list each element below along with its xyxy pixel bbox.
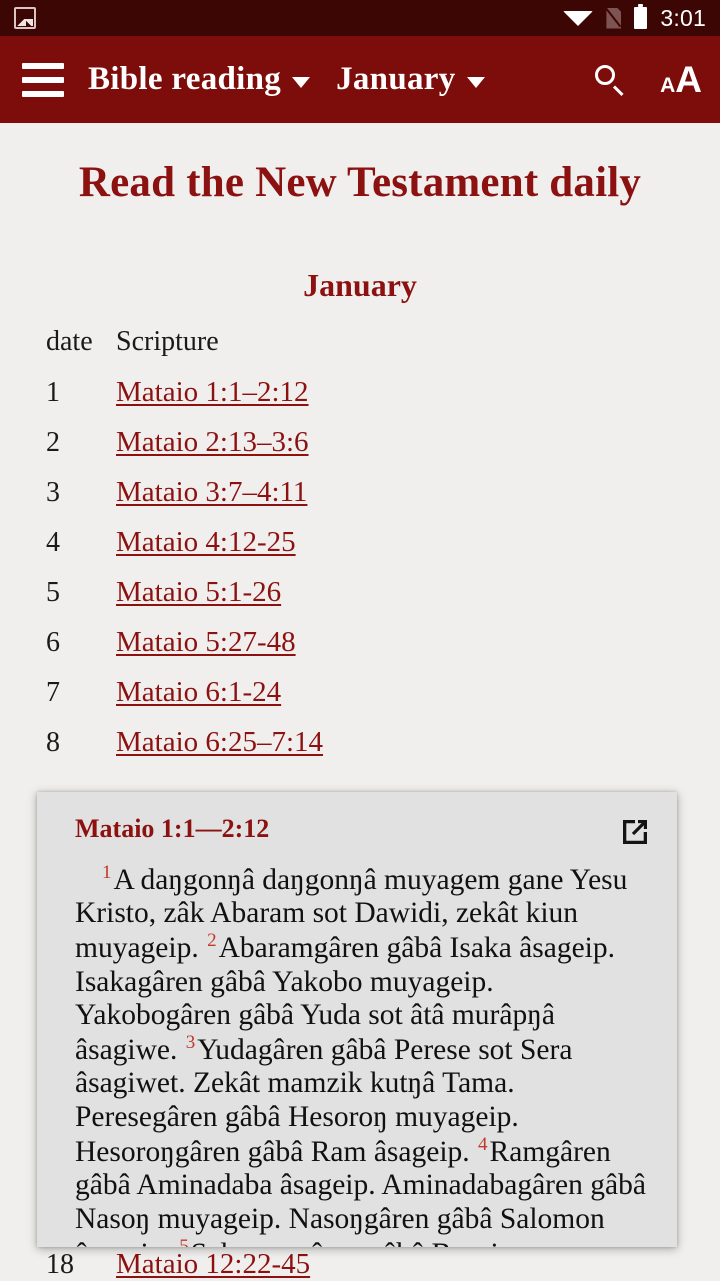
scripture-link[interactable]: Mataio 6:25–7:14 <box>116 726 323 758</box>
row-scripture: Mataio 3:7–4:11 <box>116 476 307 509</box>
status-bar-clock: 3:01 <box>660 4 706 31</box>
image-notification-icon <box>14 7 36 29</box>
row-scripture: Mataio 5:27-48 <box>116 626 296 659</box>
chevron-down-icon <box>466 77 485 88</box>
column-header-scripture: Scripture <box>116 326 219 358</box>
open-in-new-window-icon[interactable] <box>617 814 653 850</box>
verse-card-title: Mataio 1:1—2:12 <box>75 814 270 843</box>
verse-number: 5 <box>179 1235 189 1247</box>
row-date: 5 <box>46 577 60 609</box>
scripture-link[interactable]: Mataio 5:27-48 <box>116 626 296 658</box>
scripture-link[interactable]: Mataio 1:1–2:12 <box>116 376 309 408</box>
row-date: 7 <box>46 677 60 709</box>
table-row: 8 Mataio 6:25–7:14 <box>46 726 720 776</box>
text-size-icon[interactable]: AA <box>660 61 702 98</box>
row-date: 6 <box>46 627 60 659</box>
table-header-row: date Scripture <box>46 326 720 376</box>
table-row: 3 Mataio 3:7–4:11 <box>46 476 720 526</box>
text-size-big-a: A <box>675 59 702 100</box>
status-bar: 3:01 <box>0 0 720 36</box>
publication-dropdown-label: Bible reading <box>88 61 282 97</box>
verse-text: 1A daŋgonŋâ daŋgonŋâ muyagem gane Yesu K… <box>37 850 677 1247</box>
table-row: 5 Mataio 5:1-26 <box>46 576 720 626</box>
row-date: 18 <box>46 1249 74 1280</box>
publication-dropdown[interactable]: Bible reading <box>88 61 311 98</box>
hamburger-line <box>22 76 64 83</box>
hamburger-line <box>22 62 64 69</box>
status-bar-right: 3:01 <box>563 4 706 32</box>
table-row: 7 Mataio 6:1-24 <box>46 676 720 726</box>
verse-card-header: Mataio 1:1—2:12 <box>37 792 677 850</box>
row-scripture: Mataio 5:1-26 <box>116 576 281 609</box>
hamburger-line <box>22 90 64 97</box>
chevron-down-icon <box>292 77 311 88</box>
row-scripture: Mataio 12:22-45 <box>116 1248 310 1281</box>
reading-schedule-table: date Scripture 1 Mataio 1:1–2:12 2 Matai… <box>0 326 720 776</box>
table-row: 1 Mataio 1:1–2:12 <box>46 376 720 426</box>
verse-preview-card[interactable]: Mataio 1:1—2:12 1A daŋgonŋâ daŋgonŋâ muy… <box>37 792 677 1247</box>
toolbar-actions: AA <box>594 61 702 98</box>
status-bar-left <box>14 7 36 29</box>
row-scripture: Mataio 6:25–7:14 <box>116 726 323 759</box>
verse-number: 4 <box>478 1134 488 1156</box>
table-row: 2 Mataio 2:13–3:6 <box>46 426 720 476</box>
row-date: 8 <box>46 727 60 759</box>
verse-number: 2 <box>207 930 217 952</box>
table-row: 6 Mataio 5:27-48 <box>46 626 720 676</box>
app-toolbar: Bible reading January AA <box>0 36 720 123</box>
scripture-link[interactable]: Mataio 12:22-45 <box>116 1248 310 1280</box>
row-date: 3 <box>46 477 60 509</box>
text-size-small-a: A <box>660 74 676 97</box>
verse-text-segment: Salomongâren gâbâ Boasi <box>191 1238 499 1247</box>
verse-number: 3 <box>185 1032 196 1054</box>
row-date: 4 <box>46 527 60 559</box>
battery-icon <box>634 4 648 29</box>
row-scripture: Mataio 1:1–2:12 <box>116 376 309 409</box>
search-icon[interactable] <box>594 64 626 96</box>
table-row: 18 Mataio 12:22-45 <box>46 1248 310 1281</box>
table-row: 4 Mataio 4:12-25 <box>46 526 720 576</box>
hamburger-menu-icon[interactable] <box>22 62 64 97</box>
month-dropdown-label: January <box>336 61 456 97</box>
row-date: 1 <box>46 377 60 409</box>
scripture-link[interactable]: Mataio 2:13–3:6 <box>116 426 309 458</box>
column-header-date: date <box>46 326 93 358</box>
month-heading: January <box>303 267 417 304</box>
scripture-link[interactable]: Mataio 3:7–4:11 <box>116 476 307 508</box>
month-dropdown[interactable]: January <box>336 61 485 98</box>
wifi-icon <box>563 10 594 26</box>
scripture-link[interactable]: Mataio 4:12-25 <box>116 526 296 558</box>
row-scripture: Mataio 6:1-24 <box>116 676 281 709</box>
row-date: 2 <box>46 427 60 459</box>
page-title: Read the New Testament daily <box>78 159 642 206</box>
scripture-link[interactable]: Mataio 6:1-24 <box>116 676 281 708</box>
row-scripture: Mataio 2:13–3:6 <box>116 426 309 459</box>
scripture-link[interactable]: Mataio 5:1-26 <box>116 576 281 608</box>
no-sim-icon <box>606 7 622 29</box>
row-scripture: Mataio 4:12-25 <box>116 526 296 559</box>
verse-number: 1 <box>102 862 112 883</box>
